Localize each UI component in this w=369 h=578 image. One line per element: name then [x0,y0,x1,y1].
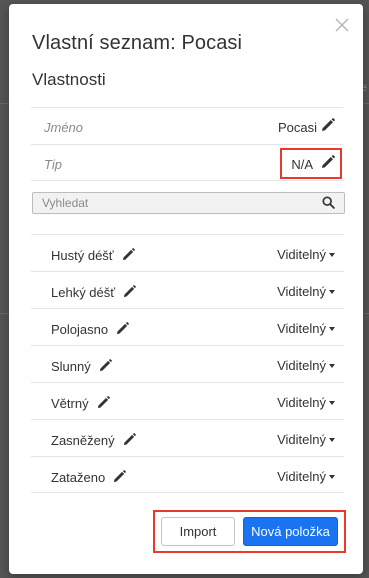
list-item: Větrný Viditelný [31,382,344,419]
close-icon[interactable] [333,16,351,34]
item-name-wrap: Zasněžený [51,432,137,448]
edit-tip-button[interactable] [321,155,337,171]
item-name: Polojasno [51,322,109,337]
caret-down-icon [329,290,335,294]
item-name: Větrný [51,396,89,411]
pencil-icon[interactable] [113,470,127,483]
visibility-label: Viditelný [277,358,326,373]
visibility-dropdown[interactable]: Viditelný [277,395,335,410]
visibility-label: Viditelný [277,469,326,484]
pencil-icon[interactable] [321,155,335,169]
item-name-wrap: Hustý déšť [51,247,136,263]
search-button[interactable] [322,196,336,210]
items-list: Hustý déšť Viditelný Lehký déšť Viditeln… [31,234,344,493]
edit-item-button[interactable] [122,248,136,262]
visibility-label: Viditelný [277,395,326,410]
caret-down-icon [329,327,335,331]
modal-title: Vlastní seznam: Pocasi [32,32,243,54]
search-input[interactable] [33,193,313,213]
item-name: Lehký déšť [51,285,116,300]
edit-item-button[interactable] [116,322,130,336]
list-item: Zasněžený Viditelný [31,419,344,456]
property-label: Tip [44,157,62,172]
list-item: Polojasno Viditelný [31,308,344,345]
edit-item-button[interactable] [99,359,113,373]
visibility-dropdown[interactable]: Viditelný [277,432,335,447]
edit-item-button[interactable] [97,396,111,410]
pencil-icon[interactable] [122,248,135,261]
item-name-wrap: Slunný [51,358,113,374]
item-name: Slunný [51,359,91,374]
edit-item-button[interactable] [123,433,137,447]
custom-list-modal: Vlastní seznam: Pocasi Vlastnosti Jméno … [9,4,363,574]
close-button[interactable] [333,16,351,34]
item-name-wrap: Lehký déšť [51,284,137,300]
item-name-wrap: Zataženo [51,469,127,485]
visibility-label: Viditelný [277,321,326,336]
visibility-dropdown[interactable]: Viditelný [277,284,335,299]
caret-down-icon [329,253,335,257]
visibility-label: Viditelný [277,284,326,299]
visibility-dropdown[interactable]: Viditelný [277,469,335,484]
caret-down-icon [329,364,335,368]
item-name: Zasněžený [51,433,115,448]
property-row-tip: Tip N/A [31,144,343,181]
caret-down-icon [329,401,335,405]
import-button[interactable]: Import [161,517,235,546]
edit-name-button[interactable] [321,118,337,134]
pencil-icon[interactable] [116,322,129,335]
pencil-icon[interactable] [123,433,136,446]
search-icon[interactable] [322,196,335,209]
property-value: N/A [291,157,313,172]
list-item: Hustý déšť Viditelný [31,234,344,271]
visibility-label: Viditelný [277,247,326,262]
list-item: Zataženo Viditelný [31,456,344,493]
search-box [32,192,345,214]
property-row-name: Jméno Pocasi [31,107,343,144]
list-item: Lehký déšť Viditelný [31,271,344,308]
visibility-dropdown[interactable]: Viditelný [277,358,335,373]
pencil-icon[interactable] [97,396,110,409]
property-label: Jméno [44,120,84,135]
caret-down-icon [329,438,335,442]
visibility-dropdown[interactable]: Viditelný [277,247,335,262]
caret-down-icon [329,475,335,479]
item-name-wrap: Větrný [51,395,111,411]
list-item: Slunný Viditelný [31,345,344,382]
property-value: Pocasi [277,120,317,135]
section-title: Vlastnosti [32,70,106,89]
properties-table: Jméno Pocasi Tip N/A [31,107,343,181]
pencil-icon[interactable] [321,118,335,132]
item-name-wrap: Polojasno [51,321,130,337]
new-item-button[interactable]: Nová položka [243,517,338,546]
item-name: Zataženo [51,470,106,485]
item-name: Hustý déšť [51,248,114,263]
visibility-dropdown[interactable]: Viditelný [277,321,335,336]
edit-item-button[interactable] [123,285,137,299]
pencil-icon[interactable] [123,285,137,298]
edit-item-button[interactable] [113,470,127,484]
visibility-label: Viditelný [277,432,326,447]
pencil-icon[interactable] [99,359,112,372]
